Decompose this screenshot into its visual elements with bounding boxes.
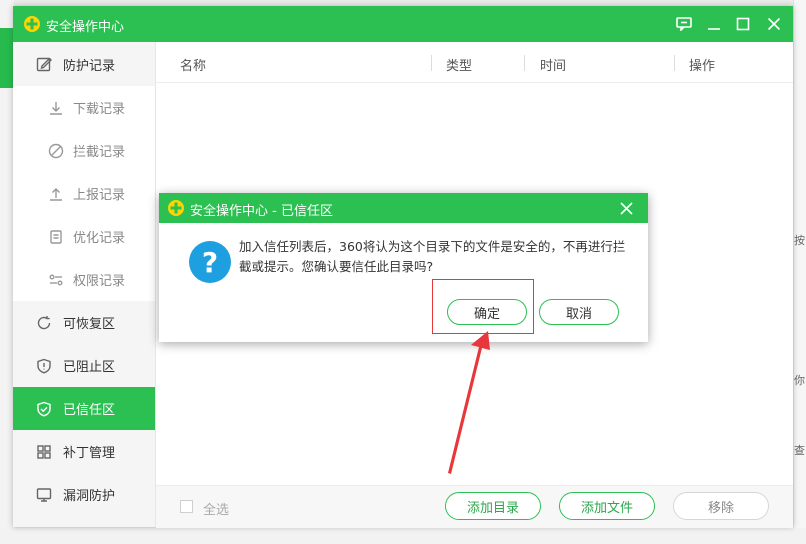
shield-alert-icon [35,357,53,375]
sidebar-item-label: 补丁管理 [63,446,116,461]
sidebar-item-label: 拦截记录 [73,145,126,160]
trust-confirm-dialog: 安全操作中心 - 已信任区 ? 加入信任列表后，360将认为这个目录下的文件是安… [159,193,648,342]
highlight-box [432,279,534,334]
sidebar-item-patch-management[interactable]: 补丁管理 [13,430,155,473]
dialog-title-bar: 安全操作中心 - 已信任区 [159,193,648,223]
upload-icon [47,185,65,203]
sidebar-item-optimize-records[interactable]: 优化记录 [13,215,155,258]
title-bar: 安全操作中心 [13,6,793,42]
add-file-button[interactable]: 添加文件 [559,492,655,520]
sidebar-item-permission-records[interactable]: 权限记录 [13,258,155,301]
sidebar-item-protection-records[interactable]: 防护记录 [13,42,155,86]
sidebar-item-download-records[interactable]: 下载记录 [13,86,155,129]
sidebar-item-label: 已阻止区 [63,360,116,375]
sidebar-item-label: 已信任区 [63,403,116,418]
background-header-strip [0,28,14,88]
sidebar-item-block-records[interactable]: 拦截记录 [13,129,155,172]
background-window-bottom [0,528,806,544]
grid-icon [35,443,53,461]
dialog-close-icon[interactable] [615,197,637,219]
add-directory-button[interactable]: 添加目录 [445,492,541,520]
feedback-icon[interactable] [672,12,696,36]
sidebar: 防护记录 下载记录 拦截记录 上报记录 优化记录 权限记录 可恢复区 已阻止区 [13,42,156,527]
sidebar-item-recoverable-area[interactable]: 可恢复区 [13,301,155,344]
question-icon: ? [189,241,231,283]
dialog-title: 安全操作中心 - 已信任区 [190,204,333,219]
select-all-checkbox[interactable] [180,500,193,513]
column-header-name[interactable]: 名称 [180,55,206,74]
sidebar-item-label: 下载记录 [73,102,126,117]
background-text-fragment: 查 [794,444,805,457]
sidebar-item-report-records[interactable]: 上报记录 [13,172,155,215]
maximize-icon[interactable] [731,12,755,36]
edit-icon [35,55,53,73]
column-header-type[interactable]: 类型 [446,55,472,74]
sidebar-item-label: 权限记录 [73,274,126,289]
list-icon [47,228,65,246]
download-icon [47,99,65,117]
sidebar-item-vulnerability-protection[interactable]: 漏洞防护 [13,473,155,516]
column-divider [431,55,432,71]
background-text-fragment: 你 [794,374,805,387]
column-divider [524,55,525,71]
sidebar-item-label: 可恢复区 [63,317,116,332]
sidebar-item-label: 漏洞防护 [63,489,116,504]
window-title: 安全操作中心 [46,20,125,35]
restore-icon [35,314,53,332]
background-text-fragment: 按 [794,234,805,247]
shield-check-icon [35,400,53,418]
app-logo-icon [168,200,184,216]
action-bar: 全选 添加目录 添加文件 移除 [156,485,793,528]
select-all-label: 全选 [203,503,230,518]
table-header: 名称 类型 时间 操作 [156,42,793,83]
sidebar-item-blocked-area[interactable]: 已阻止区 [13,344,155,387]
sidebar-item-trusted-area[interactable]: 已信任区 [13,387,155,430]
toggle-icon [47,271,65,289]
dialog-message: 加入信任列表后，360将认为这个目录下的文件是安全的，不再进行拦截或提示。您确认… [239,239,626,274]
sidebar-item-label: 防护记录 [63,58,116,74]
sidebar-item-label: 上报记录 [73,188,126,203]
background-window-right: 按 你 查 [793,0,806,544]
column-header-time[interactable]: 时间 [540,55,566,74]
minimize-icon[interactable] [702,12,726,36]
app-logo-icon [24,16,40,32]
cancel-button[interactable]: 取消 [539,299,619,325]
monitor-icon [35,486,53,504]
block-icon [47,142,65,160]
close-icon[interactable] [762,12,786,36]
column-header-action[interactable]: 操作 [689,55,715,74]
column-divider [674,55,675,71]
remove-button[interactable]: 移除 [673,492,769,520]
sidebar-item-label: 优化记录 [73,231,126,246]
